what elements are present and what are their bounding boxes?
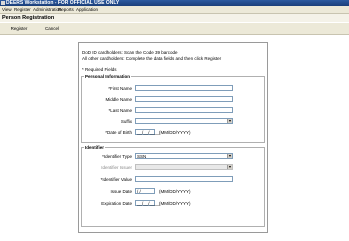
menu-application[interactable]: Application (76, 6, 98, 13)
identifier-type-select[interactable]: SSN ▼ (135, 153, 233, 159)
page-title: Person Registration (2, 15, 55, 21)
menu-bar: View Register Administration Reports App… (0, 6, 349, 14)
menu-view[interactable]: View (2, 6, 12, 13)
cancel-button[interactable]: Cancel (42, 25, 62, 32)
last-name-label: *Last Name (108, 108, 132, 113)
chevron-down-icon: ▼ (227, 119, 232, 123)
date-of-birth-hint: (MM/DD/YYYY) (159, 130, 191, 135)
middle-name-field[interactable] (135, 96, 233, 102)
suffix-select[interactable]: ▼ (135, 118, 233, 124)
chevron-down-icon: ▼ (227, 165, 232, 169)
suffix-label: Suffix (120, 119, 132, 124)
expiration-date-field[interactable]: __/__/____ (135, 200, 160, 206)
menu-register[interactable]: Register (14, 6, 31, 13)
identifier-issuer-label: Identifier Issuer (101, 165, 132, 170)
identifier-issuer-select[interactable]: ▼ (135, 164, 233, 170)
required-fields-note: * Required Fields (82, 67, 117, 72)
last-name-field[interactable] (135, 107, 233, 113)
issue-date-field[interactable]: / / (135, 188, 155, 194)
identifier-legend: Identifier (84, 145, 106, 150)
app-icon (1, 1, 5, 5)
intro-line-1: DoD ID cardholders: Scan the Code 39 bar… (82, 50, 178, 55)
registration-form: DoD ID cardholders: Scan the Code 39 bar… (78, 42, 268, 233)
date-of-birth-label: *Date of Birth (105, 130, 132, 135)
issue-date-label: Issue Date (110, 189, 132, 194)
intro-line-2: All other cardholders: Complete the data… (82, 56, 222, 61)
middle-name-label: Middle Name (105, 97, 132, 102)
personal-information-legend: Personal Information (84, 74, 132, 79)
first-name-field[interactable] (135, 85, 233, 91)
toolbar: Register Cancel (0, 23, 349, 35)
first-name-label: *First Name (108, 86, 132, 91)
identifier-value-field[interactable] (135, 176, 233, 182)
identifier-type-value: SSN (137, 154, 147, 159)
identifier-type-label: *Identifier Type (102, 154, 132, 159)
identifier-value-label: *Identifier Value (100, 177, 132, 182)
personal-information-group: Personal Information *First Name Middle … (81, 74, 265, 143)
expiration-date-hint: (MM/DD/YYYY) (159, 201, 191, 206)
issue-date-hint: (MM/DD/YYYY) (159, 189, 191, 194)
register-button[interactable]: Register (8, 25, 30, 32)
page-header: Person Registration (0, 14, 349, 22)
date-of-birth-field[interactable]: __/__/____ (135, 129, 160, 135)
expiration-date-label: Expiration Date (101, 201, 132, 206)
identifier-group: Identifier *Identifier Type SSN ▼ Identi… (81, 145, 265, 227)
chevron-down-icon: ▼ (227, 154, 232, 158)
menu-reports[interactable]: Reports (58, 6, 74, 13)
